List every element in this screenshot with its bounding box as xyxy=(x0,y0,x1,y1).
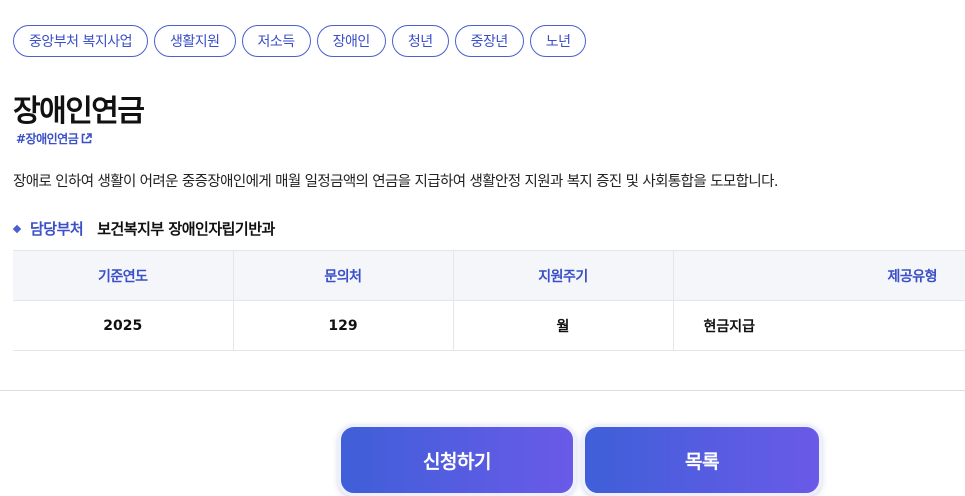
cell-support-cycle: 월 xyxy=(452,300,673,351)
tag-low-income[interactable]: 저소득 xyxy=(241,25,311,57)
cell-contact: 129 xyxy=(232,300,453,351)
tag-senior[interactable]: 노년 xyxy=(529,25,587,57)
tag-youth[interactable]: 청년 xyxy=(391,25,449,57)
list-button[interactable]: 목록 xyxy=(582,424,822,496)
department-label: 담당부처 xyxy=(30,220,84,238)
tag-central-welfare[interactable]: 중앙부처 복지사업 xyxy=(13,25,148,57)
tag-middle-age[interactable]: 중장년 xyxy=(454,25,524,57)
hashtag-label: #장애인연금 xyxy=(16,132,79,146)
service-description: 장애로 인하여 생활이 어려운 중증장애인에게 매월 일정금액의 연금을 지급하… xyxy=(13,174,778,190)
table-header-row: 기준연도 문의처 지원주기 제공유형 xyxy=(13,250,965,301)
tag-living-support[interactable]: 생활지원 xyxy=(154,25,236,57)
header-support-cycle: 지원주기 xyxy=(452,250,673,301)
header-contact: 문의처 xyxy=(232,250,453,301)
info-table: 기준연도 문의처 지원주기 제공유형 2025 129 월 현금지급 xyxy=(13,250,965,351)
apply-button[interactable]: 신청하기 xyxy=(338,424,576,496)
department-info: 담당부처 보건복지부 장애인자립기반과 xyxy=(12,218,275,239)
external-link-icon xyxy=(81,133,93,144)
cell-provision-type: 현금지급 xyxy=(672,300,965,351)
department-value: 보건복지부 장애인자립기반과 xyxy=(97,220,275,238)
page-title: 장애인연금 xyxy=(13,94,145,129)
cell-base-year: 2025 xyxy=(13,300,233,351)
section-divider xyxy=(0,390,965,391)
tag-disabled[interactable]: 장애인 xyxy=(316,25,386,57)
hashtag-link[interactable]: #장애인연금 xyxy=(16,130,93,147)
header-provision-type: 제공유형 xyxy=(672,250,965,301)
category-tags: 중앙부처 복지사업 생활지원 저소득 장애인 청년 중장년 노년 xyxy=(13,25,587,57)
bullet-diamond-icon xyxy=(12,224,22,233)
header-base-year: 기준연도 xyxy=(13,250,233,301)
table-row: 2025 129 월 현금지급 xyxy=(13,300,965,351)
